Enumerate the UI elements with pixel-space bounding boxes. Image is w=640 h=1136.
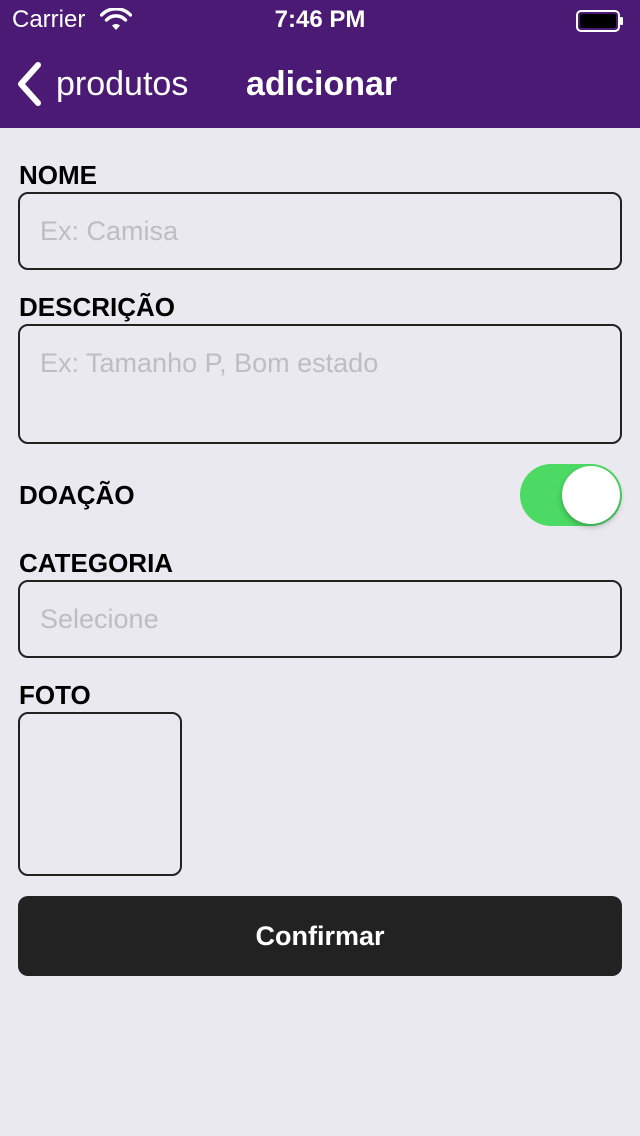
confirm-button[interactable]: Confirmar xyxy=(18,896,622,976)
navigation-header: Carrier 7:46 PM produtos adicionar xyxy=(0,0,640,128)
battery-icon xyxy=(576,10,623,32)
nome-label: NOME xyxy=(19,160,97,190)
descricao-input[interactable] xyxy=(18,324,622,444)
doacao-toggle[interactable] xyxy=(520,464,622,526)
nome-input[interactable] xyxy=(18,192,622,270)
categoria-select[interactable] xyxy=(18,580,622,658)
descricao-label: DESCRIÇÃO xyxy=(19,292,176,322)
chevron-left-icon xyxy=(18,62,41,106)
back-button-label: produtos xyxy=(56,65,189,103)
doacao-label: DOAÇÃO xyxy=(19,480,135,510)
foto-label: FOTO xyxy=(19,680,91,710)
status-time: 7:46 PM xyxy=(274,6,366,33)
categoria-label: CATEGORIA xyxy=(19,548,174,578)
page-title: adicionar xyxy=(246,65,398,103)
toggle-knob xyxy=(562,466,620,524)
photo-picker[interactable] xyxy=(18,712,182,876)
back-button[interactable]: produtos xyxy=(14,56,188,112)
